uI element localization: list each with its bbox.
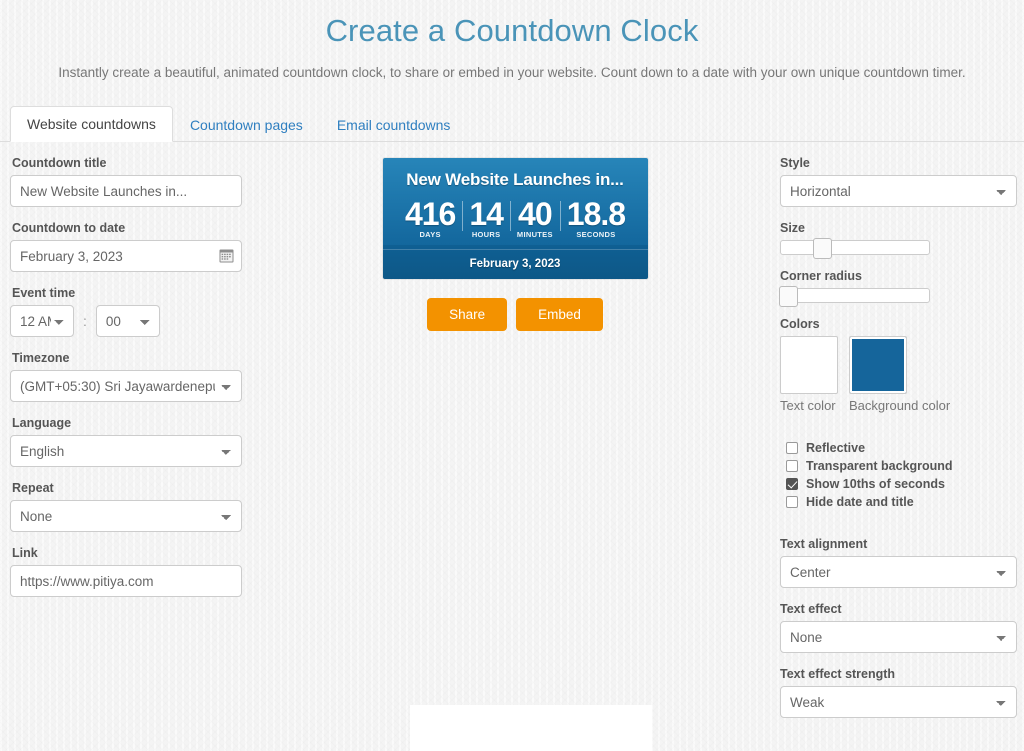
preview-seconds-label: SECONDS <box>576 230 616 239</box>
size-slider-handle[interactable] <box>813 238 833 259</box>
checkbox-row-hide-date-title[interactable]: Hide date and title <box>786 495 1014 509</box>
main-columns: Countdown title Countdown to date <box>0 142 1024 732</box>
size-slider[interactable] <box>780 238 930 259</box>
field-corner-radius: Corner radius <box>775 269 1014 307</box>
text-color-picker: Text color <box>780 336 838 413</box>
preview-hours-label: HOURS <box>471 230 501 239</box>
preview-unit-days: 416 DAYS <box>398 197 462 239</box>
countdown-preview-widget: New Website Launches in... 416 DAYS 14 H… <box>382 158 648 279</box>
field-link: Link <box>10 546 255 597</box>
field-countdown-title: Countdown title <box>10 156 255 207</box>
settings-panel-right: Style Horizontal Size Corner radius Colo… <box>775 156 1024 732</box>
background-color-swatch[interactable] <box>849 336 907 394</box>
preview-days-label: DAYS <box>419 230 441 239</box>
field-timezone: Timezone (GMT+05:30) Sri Jayawardenepura <box>10 351 255 402</box>
label-size: Size <box>780 221 806 235</box>
label-corner-radius: Corner radius <box>780 269 862 283</box>
label-countdown-title: Countdown title <box>12 156 107 170</box>
event-time-minute-select[interactable]: 00 <box>95 305 160 337</box>
preview-title: New Website Launches in... <box>406 170 624 189</box>
label-countdown-date: Countdown to date <box>12 221 126 235</box>
preview-hours-value: 14 <box>469 196 504 232</box>
page-subtitle: Instantly create a beautiful, animated c… <box>58 65 966 80</box>
text-color-swatch[interactable] <box>780 336 838 394</box>
label-repeat: Repeat <box>12 481 54 495</box>
page-title: Create a Countdown Clock <box>325 13 699 48</box>
preview-unit-minutes: 40 MINUTES <box>509 196 560 239</box>
checkbox-row-reflective[interactable]: Reflective <box>786 441 1014 455</box>
preview-minutes-value: 40 <box>518 196 553 232</box>
tab-email-countdowns[interactable]: Email countdowns <box>320 107 468 142</box>
field-size: Size <box>775 221 1014 259</box>
action-buttons: Share Embed <box>427 298 603 331</box>
label-style: Style <box>780 156 810 170</box>
label-language: Language <box>12 416 72 430</box>
label-text-effect: Text effect <box>780 602 842 616</box>
reflective-label: Reflective <box>806 441 866 455</box>
style-select[interactable]: Horizontal <box>780 175 1017 207</box>
preview-minutes-label: MINUTES <box>516 230 553 239</box>
show-tenths-of-seconds-label: Show 10ths of seconds <box>806 477 945 491</box>
preview-unit-hours: 14 HOURS <box>462 197 510 239</box>
hide-date-and-title-checkbox[interactable] <box>786 496 798 508</box>
field-text-effect-strength: Text effect strength Weak <box>775 667 1017 718</box>
text-alignment-select[interactable]: Center <box>780 556 1017 588</box>
field-event-time: Event time 12 AM : 00 <box>10 286 255 337</box>
corner-radius-slider-handle[interactable] <box>779 286 798 307</box>
tab-bar: Website countdowns Countdown pages Email… <box>0 106 1024 142</box>
countdown-title-input[interactable] <box>10 175 242 207</box>
show-tenths-of-seconds-checkbox[interactable] <box>786 478 798 490</box>
field-style: Style Horizontal <box>775 156 1017 207</box>
option-checkboxes: Reflective Transparent background Show 1… <box>775 441 1014 509</box>
language-select[interactable]: English <box>10 435 242 467</box>
transparent-background-label: Transparent background <box>806 459 953 473</box>
field-colors: Colors Text color Background color <box>775 317 1014 413</box>
label-text-effect-strength: Text effect strength <box>780 667 896 681</box>
event-time-hour-select[interactable]: 12 AM <box>10 305 74 337</box>
share-button[interactable]: Share <box>427 298 508 331</box>
field-text-effect: Text effect None <box>775 602 1017 653</box>
link-input[interactable] <box>10 565 242 597</box>
countdown-date-input[interactable] <box>10 240 242 272</box>
repeat-select[interactable]: None <box>10 500 242 532</box>
tab-website-countdowns[interactable]: Website countdowns <box>10 106 173 142</box>
time-separator: : <box>83 313 87 329</box>
calendar-icon[interactable] <box>219 248 234 263</box>
preview-seconds-value: 18.8 <box>566 196 626 232</box>
tab-countdown-pages[interactable]: Countdown pages <box>173 107 320 142</box>
corner-radius-slider[interactable] <box>779 286 930 307</box>
field-repeat: Repeat None <box>10 481 255 532</box>
settings-panel-left: Countdown title Countdown to date <box>0 156 255 732</box>
text-effect-strength-select[interactable]: Weak <box>780 686 1017 718</box>
label-event-time: Event time <box>12 286 76 300</box>
field-countdown-date: Countdown to date <box>10 221 255 272</box>
preview-panel: New Website Launches in... 416 DAYS 14 H… <box>255 156 775 732</box>
reflective-checkbox[interactable] <box>786 442 798 454</box>
text-color-caption: Text color <box>780 398 836 413</box>
preview-footer-date: February 3, 2023 <box>382 249 648 279</box>
label-colors: Colors <box>780 317 820 331</box>
background-color-caption: Background color <box>849 398 951 413</box>
field-language: Language English <box>10 416 255 467</box>
checkbox-row-transparent-background[interactable]: Transparent background <box>786 459 1014 473</box>
timezone-select[interactable]: (GMT+05:30) Sri Jayawardenepura <box>10 370 242 402</box>
preview-digits: 416 DAYS 14 HOURS 40 MINUTES 18.8 SECOND… <box>383 194 648 249</box>
preview-unit-seconds: 18.8 SECONDS <box>559 196 632 239</box>
label-timezone: Timezone <box>12 351 70 365</box>
hide-date-and-title-label: Hide date and title <box>806 495 914 509</box>
background-color-picker: Background color <box>849 336 950 413</box>
transparent-background-checkbox[interactable] <box>786 460 798 472</box>
field-text-alignment: Text alignment Center <box>775 537 1017 588</box>
label-text-alignment: Text alignment <box>780 537 868 551</box>
preview-days-value: 416 <box>404 196 456 232</box>
text-effect-select[interactable]: None <box>780 621 1017 653</box>
label-link: Link <box>12 546 38 560</box>
embed-button[interactable]: Embed <box>516 298 603 331</box>
checkbox-row-show-tenths[interactable]: Show 10ths of seconds <box>786 477 1014 491</box>
bottom-white-panel <box>410 705 652 751</box>
